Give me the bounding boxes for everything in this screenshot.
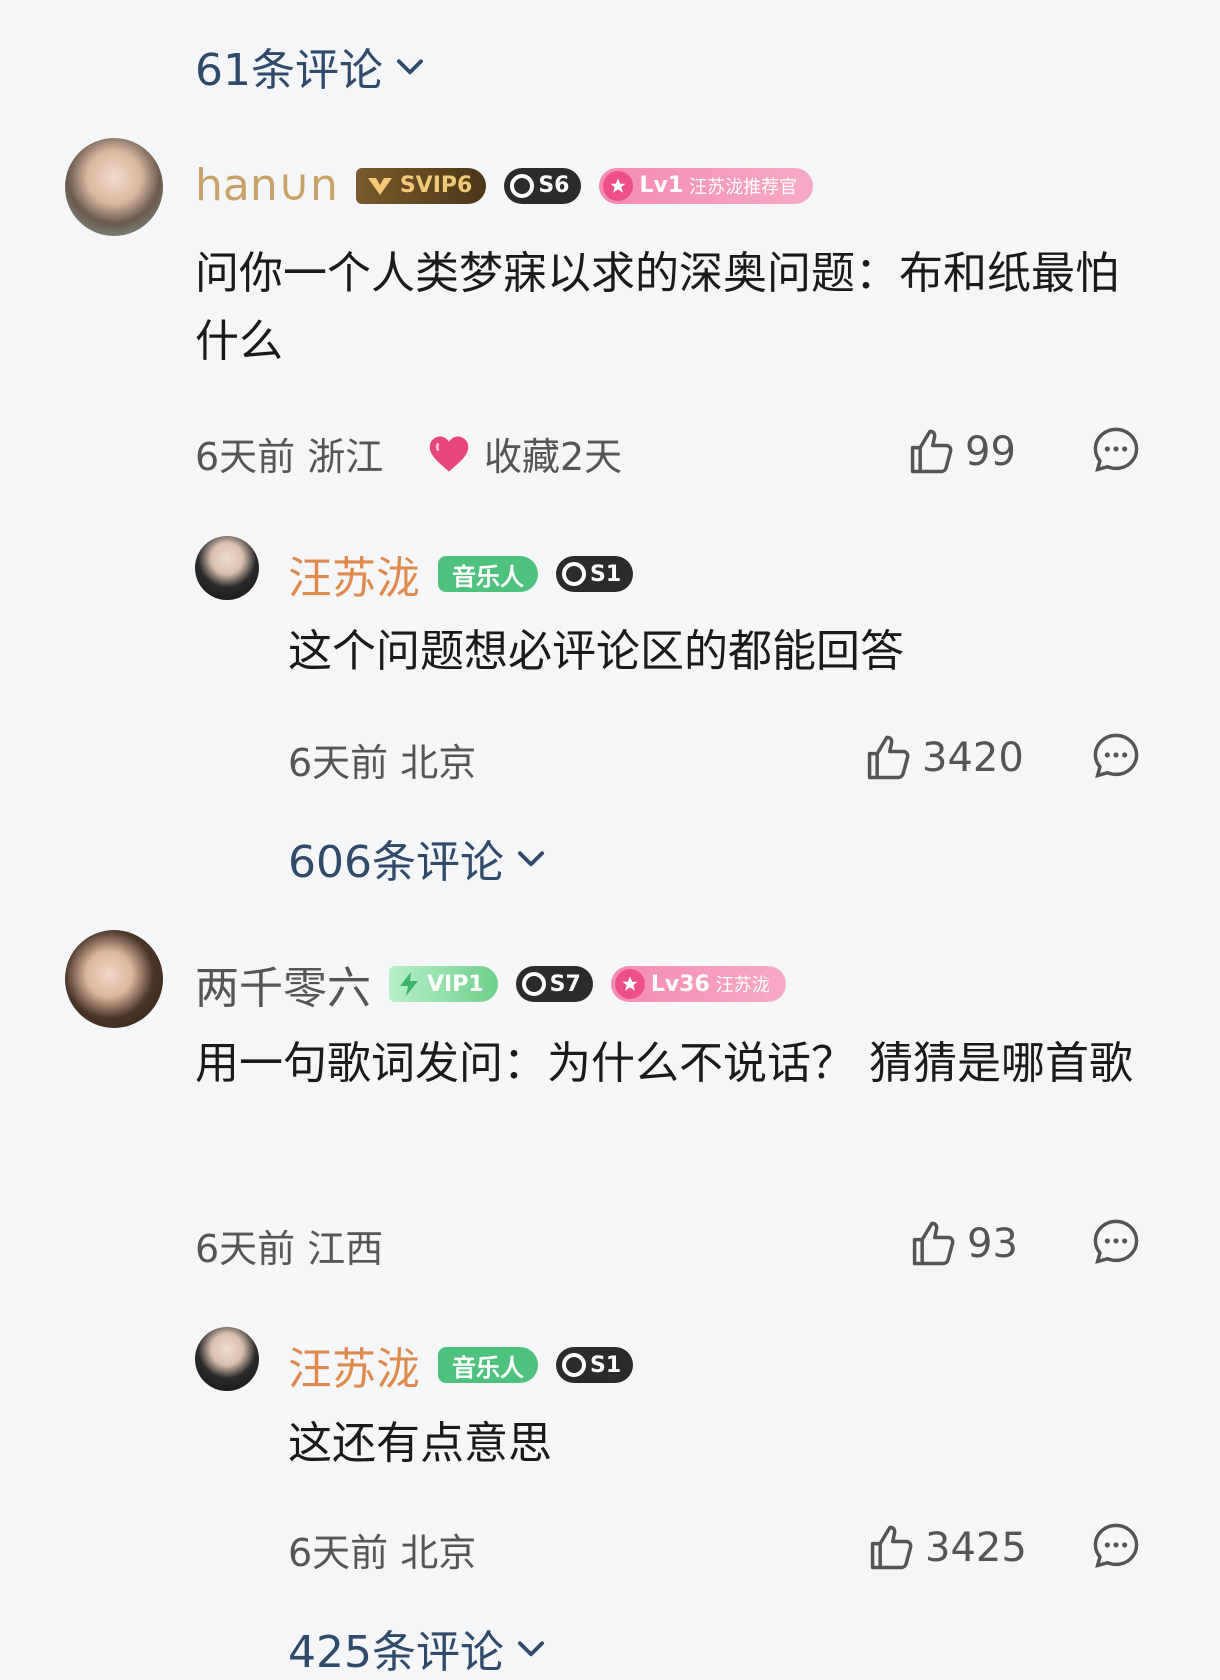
disc-icon	[521, 972, 546, 996]
reply-text: 这还有点意思	[288, 1418, 552, 1469]
s-level-label: S1	[590, 1352, 622, 1378]
star-icon	[614, 969, 645, 999]
svip-badge-label: SVIP6	[399, 173, 473, 198]
thumbs-up-icon	[912, 1221, 955, 1266]
like-button[interactable]: 99	[905, 426, 1016, 478]
like-count: 99	[965, 429, 1016, 475]
username[interactable]: 两千零六	[195, 952, 371, 1016]
like-button[interactable]: 3420	[862, 732, 1024, 784]
comment-text: 用一句歌词发问：为什么不说话？ 猜猜是哪首歌	[195, 1038, 1133, 1089]
user-avatar[interactable]	[65, 930, 163, 1028]
view-replies-link[interactable]: 606条评论	[288, 826, 550, 890]
disc-icon	[562, 1353, 586, 1377]
chevron-down-icon	[518, 851, 544, 867]
comment-1-user-row: han∪n SVIP6 S6 Lv1 汪苏泷推荐官	[195, 160, 814, 211]
comment-bubble-icon[interactable]	[1090, 730, 1142, 782]
view-replies-link[interactable]: 425条评论	[288, 1616, 550, 1680]
vip-badge[interactable]: VIP1	[389, 966, 498, 1002]
thumbs-up-icon	[910, 429, 953, 474]
fan-level-title: 汪苏泷	[715, 975, 770, 996]
fan-level-badge[interactable]: Lv1 汪苏泷推荐官	[599, 167, 814, 204]
s-level-badge[interactable]: S1	[556, 556, 634, 592]
vip-badge-label: VIP1	[427, 971, 484, 997]
reply-1-user-row: 汪苏泷 音乐人 S1	[288, 542, 634, 606]
time-location: 6天前 浙江	[195, 435, 384, 479]
disc-icon	[510, 173, 535, 198]
chevron-down-icon	[397, 59, 423, 75]
disc-icon	[562, 562, 586, 586]
username[interactable]: han∪n	[195, 160, 338, 211]
like-button[interactable]: 3425	[865, 1522, 1027, 1574]
fan-level-badge[interactable]: Lv36 汪苏泷	[610, 966, 786, 1002]
musician-badge[interactable]: 音乐人	[438, 1347, 538, 1383]
artist-avatar[interactable]	[195, 1327, 259, 1391]
time-location: 6天前 北京	[288, 1531, 477, 1575]
view-replies-label: 606条评论	[288, 837, 504, 888]
like-count: 93	[967, 1221, 1018, 1267]
chevron-down-icon	[518, 1641, 544, 1657]
artist-avatar[interactable]	[195, 536, 259, 600]
svip-badge[interactable]: SVIP6	[355, 167, 487, 204]
view-replies-label: 425条评论	[288, 1627, 504, 1678]
thumbs-up-icon	[867, 735, 910, 780]
like-count: 3420	[922, 735, 1024, 781]
favorite-label: 收藏2天	[484, 435, 623, 479]
favorite-duration: 收藏2天	[428, 426, 622, 481]
user-avatar[interactable]	[65, 138, 163, 236]
reply-2-user-row: 汪苏泷 音乐人 S1	[288, 1333, 634, 1397]
s-level-badge[interactable]: S6	[504, 167, 582, 204]
artist-username[interactable]: 汪苏泷	[288, 1333, 420, 1397]
fan-level-title: 汪苏泷推荐官	[689, 176, 798, 198]
fan-level-label: Lv36	[650, 971, 710, 997]
comment-bubble-icon[interactable]	[1090, 424, 1142, 476]
like-count: 3425	[925, 1525, 1027, 1571]
reply-text: 这个问题想必评论区的都能回答	[288, 626, 904, 677]
s-level-badge[interactable]: S7	[515, 966, 593, 1002]
artist-username[interactable]: 汪苏泷	[288, 542, 420, 606]
thumbs-up-icon	[870, 1525, 913, 1570]
star-icon	[603, 170, 634, 201]
musician-badge[interactable]: 音乐人	[438, 556, 538, 592]
view-replies-link-top[interactable]: 61条评论	[195, 34, 429, 98]
view-replies-label: 61条评论	[195, 45, 383, 96]
s-level-label: S6	[538, 173, 570, 198]
comment-bubble-icon[interactable]	[1090, 1520, 1142, 1572]
comment-2-user-row: 两千零六 VIP1 S7 Lv36 汪苏泷	[195, 952, 786, 1016]
s-level-label: S7	[549, 971, 581, 997]
comment-bubble-icon[interactable]	[1090, 1216, 1142, 1268]
heart-icon	[429, 436, 469, 471]
time-location: 6天前 北京	[288, 741, 477, 785]
s-level-label: S1	[590, 561, 622, 587]
time-location: 6天前 江西	[195, 1227, 384, 1271]
comment-text: 问你一个人类梦寐以求的深奥问题：布和纸最怕什么	[195, 248, 1119, 367]
fan-level-label: Lv1	[639, 173, 684, 198]
lightning-icon	[400, 972, 418, 996]
vip-crown-icon	[367, 177, 392, 195]
s-level-badge[interactable]: S1	[556, 1347, 634, 1383]
like-button[interactable]: 93	[907, 1218, 1018, 1270]
